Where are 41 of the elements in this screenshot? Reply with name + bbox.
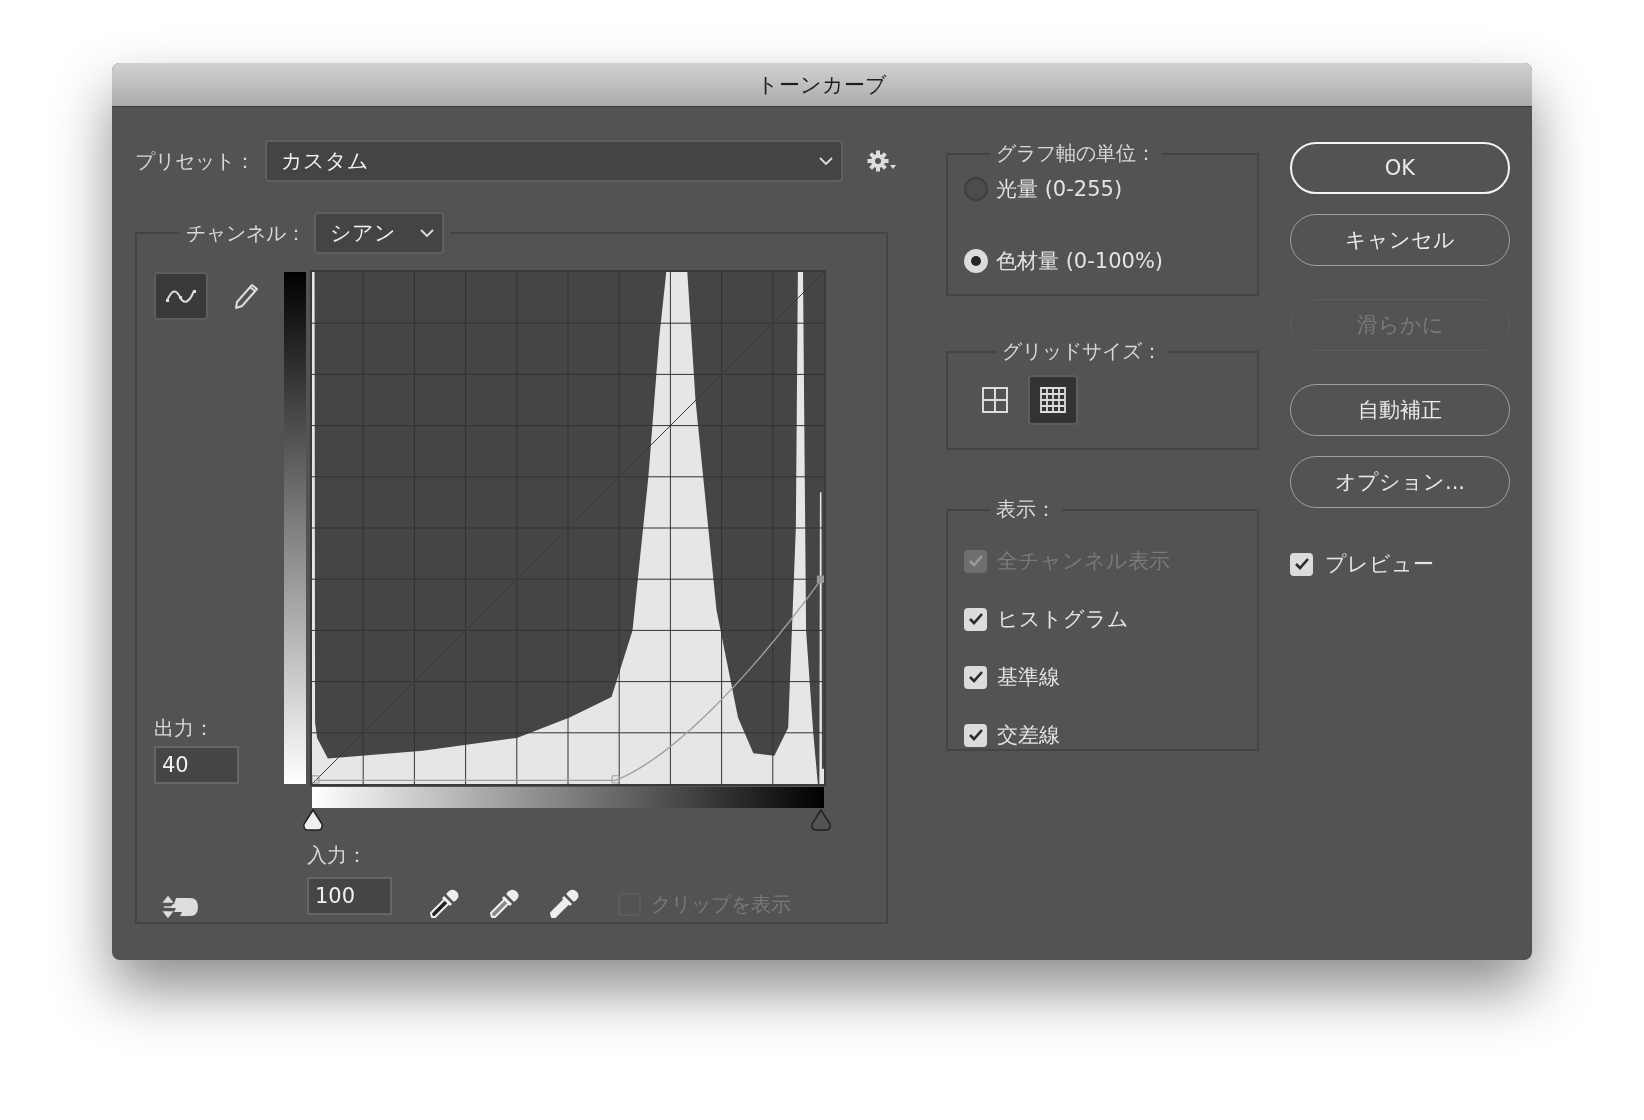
radio-label: 光量 (0-255) <box>996 176 1123 203</box>
grid-16-icon <box>1039 386 1067 414</box>
checkbox[interactable] <box>1290 552 1313 576</box>
grid-size-button[interactable] <box>1028 375 1078 425</box>
dialog-button[interactable]: OK <box>1290 142 1510 194</box>
control-point[interactable] <box>816 575 824 583</box>
checkbox-label: 基準線 <box>997 664 1060 691</box>
checkbox[interactable] <box>964 665 987 689</box>
slider-handle-icon[interactable] <box>810 808 832 832</box>
grid-size-title: グリッドサイズ： <box>1001 338 1163 365</box>
checkmark-icon <box>967 728 984 742</box>
slider-handle-icon[interactable] <box>302 808 324 832</box>
checkmark-icon <box>967 612 984 626</box>
radio-label: 色材量 (0-100%) <box>996 248 1164 275</box>
checkmark-icon <box>1293 557 1310 571</box>
input-field[interactable]: 100 <box>307 877 392 915</box>
display-title: 表示： <box>995 496 1057 523</box>
checkbox[interactable] <box>964 607 987 631</box>
chevron-icon <box>420 228 434 238</box>
window-title: トーンカーブ <box>757 71 887 99</box>
output-label: 出力： <box>154 715 215 742</box>
checkbox-label: ヒストグラム <box>997 606 1129 633</box>
control-point[interactable] <box>312 775 320 784</box>
curve-tool-button[interactable] <box>154 272 208 320</box>
preset-label: プリセット： <box>135 147 255 175</box>
settings-icon[interactable] <box>867 149 897 173</box>
checkbox-label: 交差線 <box>997 722 1060 749</box>
channel-label: チャンネル： <box>186 219 306 247</box>
curve-graph[interactable] <box>312 272 824 784</box>
radio-button[interactable] <box>964 249 988 273</box>
preset-dropdown[interactable]: カスタム <box>265 140 843 182</box>
checkbox[interactable] <box>964 723 987 747</box>
checkmark-icon <box>967 554 984 568</box>
preview-label: プレビュー <box>1325 551 1434 578</box>
output-field[interactable]: 40 <box>154 746 239 784</box>
chevron-icon <box>819 156 833 166</box>
checkmark-icon <box>967 670 984 684</box>
input-label: 入力： <box>307 842 368 869</box>
grid-4-icon <box>981 386 1009 414</box>
axis-units-title: グラフ軸の単位： <box>995 140 1157 167</box>
channel-dropdown[interactable]: シアン <box>314 212 444 254</box>
